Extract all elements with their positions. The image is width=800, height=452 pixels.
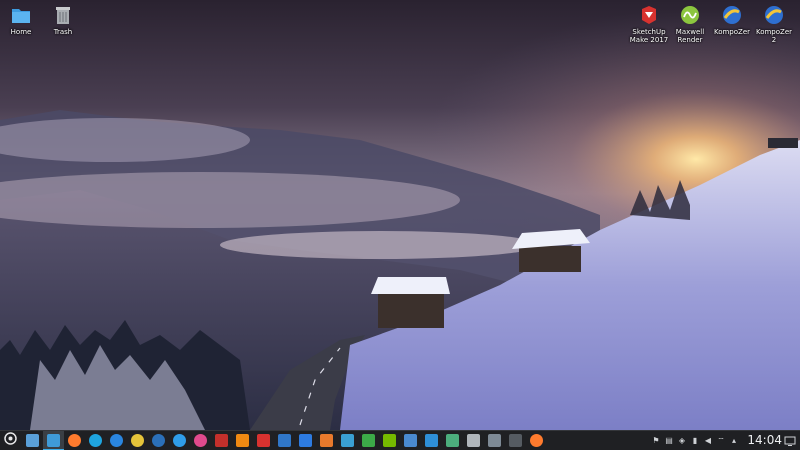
desktop-icon-trash[interactable]: Trash [40,4,86,36]
taskbar-item[interactable] [526,431,547,450]
taskbar-item[interactable] [190,431,211,450]
calculator-icon [467,434,480,447]
taskbar-item[interactable] [211,431,232,450]
taskbar-item[interactable] [169,431,190,450]
desktop-icon-label: KompoZer [713,28,751,36]
desktop-icon-maxwell[interactable]: Maxwell Render [667,4,713,44]
kompozer-icon [721,4,743,26]
trash-icon [52,4,74,26]
maxwell-icon [679,4,701,26]
file-manager-icon [47,433,60,447]
taskbar-item[interactable] [253,431,274,450]
steam-icon [152,434,165,447]
taskbar-item[interactable] [463,431,484,450]
document-icon [299,434,312,447]
digital-clock[interactable]: 14:04 [747,433,782,447]
firefox-icon [68,434,81,447]
console-icon [509,434,522,447]
desktop-icon-label: Home [10,28,32,36]
screenshot-icon [488,434,501,447]
desktop-icon-label: KompoZer 2 [755,28,793,44]
taskbar-item[interactable] [148,431,169,450]
taskbar-item[interactable] [358,431,379,450]
taskbar-item[interactable] [442,431,463,450]
app-launcher-icon [3,431,17,450]
taskbar-item[interactable] [379,431,400,450]
task-manager [22,431,547,450]
presentation-icon [320,434,333,447]
desktop-icon-label: Maxwell Render [675,28,705,44]
taskbar-item[interactable] [85,431,106,450]
text-editor-icon [341,434,354,447]
spreadsheet-icon [362,434,375,447]
edge-icon [89,434,102,447]
desktop-icon-sketchup[interactable]: SketchUp Make 2017 [626,4,672,44]
taskbar-item[interactable] [505,431,526,450]
vlc-icon [236,434,249,447]
desktop-icon-kompozer[interactable]: KompoZer [709,4,755,36]
terminal-icon [278,434,291,447]
record-icon [194,434,207,447]
bug-icon [215,434,228,447]
taskbar-item[interactable] [316,431,337,450]
taskbar-item[interactable] [127,431,148,450]
system-monitor-icon [446,434,459,447]
volume-icon[interactable]: ◀ [704,436,712,445]
taskbar-item[interactable] [22,431,43,450]
updates-icon[interactable]: ◈ [678,436,686,445]
sketchup-icon [638,4,660,26]
taskbar-item[interactable] [232,431,253,450]
taskbar-item[interactable] [337,431,358,450]
battery-icon[interactable]: ▮ [691,436,699,445]
nvidia-icon [383,434,396,447]
desktop-icon-label: Trash [53,28,73,36]
desktop-icon-kompozer-2[interactable]: KompoZer 2 [751,4,797,44]
tray-expand-icon[interactable]: ▴ [730,436,738,445]
show-desktop-icon[interactable] [784,434,796,446]
taskbar-panel: ⚑ ▤ ◈ ▮ ◀ ⌔ ▴ 14:04 [0,430,800,450]
pager-icon [26,434,39,447]
taskbar-item[interactable] [400,431,421,450]
taskbar-item[interactable] [43,431,64,450]
folder-icon [10,4,32,26]
taskbar-item[interactable] [421,431,442,450]
firefox-icon [530,434,543,447]
browser-icon [110,434,123,447]
notifications-icon[interactable]: ⚑ [652,436,660,445]
application-launcher[interactable] [0,431,20,451]
image-viewer-icon [404,434,417,447]
discover-icon [173,434,186,447]
sketchup-icon [257,434,270,447]
taskbar-item[interactable] [484,431,505,450]
system-tray: ⚑ ▤ ◈ ▮ ◀ ⌔ ▴ [652,431,738,450]
store-icon [425,434,438,447]
taskbar-item[interactable] [106,431,127,450]
kompozer-icon [131,434,144,447]
desktop-icon-home[interactable]: Home [0,4,44,36]
taskbar-item[interactable] [295,431,316,450]
taskbar-item[interactable] [64,431,85,450]
kompozer-icon [763,4,785,26]
desktop-icon-label: SketchUp Make 2017 [629,28,669,44]
taskbar-item[interactable] [274,431,295,450]
desktop-wallpaper [0,0,800,430]
clipboard-icon[interactable]: ▤ [665,436,673,445]
network-icon[interactable]: ⌔ [717,436,725,445]
